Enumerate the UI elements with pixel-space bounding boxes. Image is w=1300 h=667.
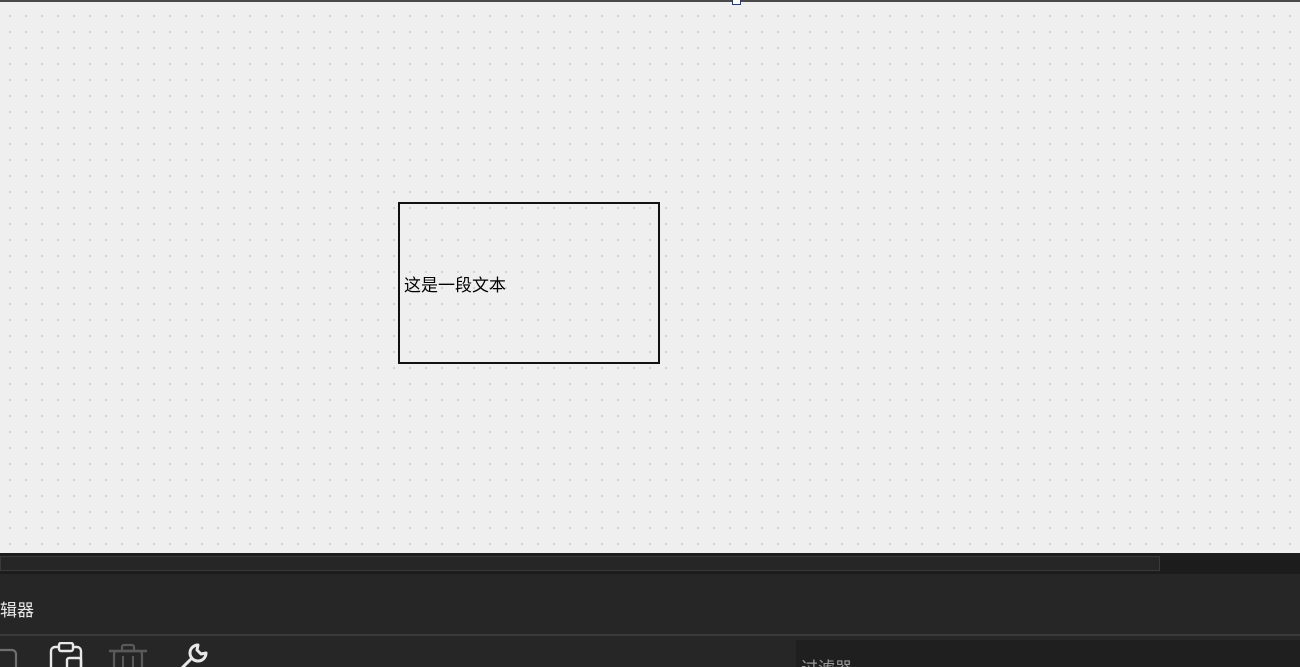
filter-label: 过滤器: [801, 654, 852, 667]
design-canvas[interactable]: 这是一段文本: [0, 0, 1300, 553]
square-icon[interactable]: [0, 642, 28, 667]
paste-icon[interactable]: [48, 642, 88, 667]
panel-title: 辑器: [0, 601, 34, 621]
filter-field[interactable]: 过滤器: [796, 640, 1300, 667]
selection-handle[interactable]: [732, 0, 741, 5]
delete-icon[interactable]: [108, 642, 148, 667]
text-box-element[interactable]: 这是一段文本: [398, 202, 660, 364]
wrench-icon[interactable]: [170, 642, 210, 667]
text-box-label: 这是一段文本: [404, 275, 506, 296]
horizontal-scrollbar[interactable]: [0, 553, 1300, 574]
scrollbar-track[interactable]: [0, 556, 1160, 571]
designer-window: 这是一段文本 辑器 过滤器: [0, 0, 1300, 667]
panel-divider: [0, 634, 1300, 636]
